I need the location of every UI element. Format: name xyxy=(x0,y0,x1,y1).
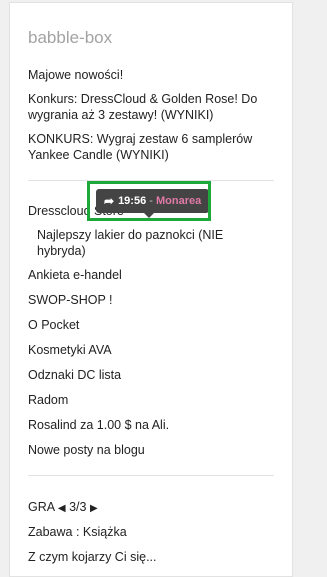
topic-link[interactable]: Kosmetyki AVA xyxy=(28,342,278,358)
widget-title: babble-box xyxy=(28,28,113,47)
game-pager: GRA ◀ 3/3 ▶ xyxy=(28,499,278,517)
topic-link[interactable]: Radom xyxy=(28,392,278,408)
topic-link[interactable]: Rosalind za 1.00 $ na Ali. xyxy=(28,417,278,433)
topic-link[interactable]: Najlepszy lakier do paznokci (NIE hybryd… xyxy=(37,227,273,259)
prev-arrow-icon[interactable]: ◀ xyxy=(58,503,66,514)
tooltip-author[interactable]: Monarea xyxy=(156,195,201,207)
game-link[interactable]: Z czym kojarzy Ci się... xyxy=(28,549,278,565)
post-link[interactable]: Konkurs: DressCloud & Golden Rose! Do wy… xyxy=(28,91,278,123)
topic-link[interactable]: Ankieta e-handel xyxy=(28,267,278,283)
topic-link[interactable]: Nowe posty na blogu xyxy=(28,442,278,458)
topic-link[interactable]: Odznaki DC lista xyxy=(28,367,278,383)
post-link[interactable]: Majowe nowości! xyxy=(28,67,278,83)
divider xyxy=(28,180,274,181)
divider xyxy=(28,475,274,476)
share-icon: ➦ xyxy=(104,194,115,208)
next-arrow-icon[interactable]: ▶ xyxy=(90,503,98,514)
game-link[interactable]: Zabawa : Książka xyxy=(28,524,278,540)
topic-link[interactable]: O Pocket xyxy=(28,317,278,333)
topic-link[interactable]: SWOP-SHOP ! xyxy=(28,292,278,308)
tooltip-time: 19:56 xyxy=(118,195,147,207)
game-label: GRA xyxy=(28,500,55,514)
post-tooltip: ➦ 19:56 - Monarea xyxy=(96,189,210,218)
tooltip-separator: - xyxy=(149,195,153,207)
post-link[interactable]: KONKURS: Wygraj zestaw 6 samplerów Yanke… xyxy=(28,131,278,163)
game-page-indicator: 3/3 xyxy=(69,500,87,514)
sidebar-widget: babble-box Majowe nowości! Konkurs: Dres… xyxy=(9,2,293,577)
